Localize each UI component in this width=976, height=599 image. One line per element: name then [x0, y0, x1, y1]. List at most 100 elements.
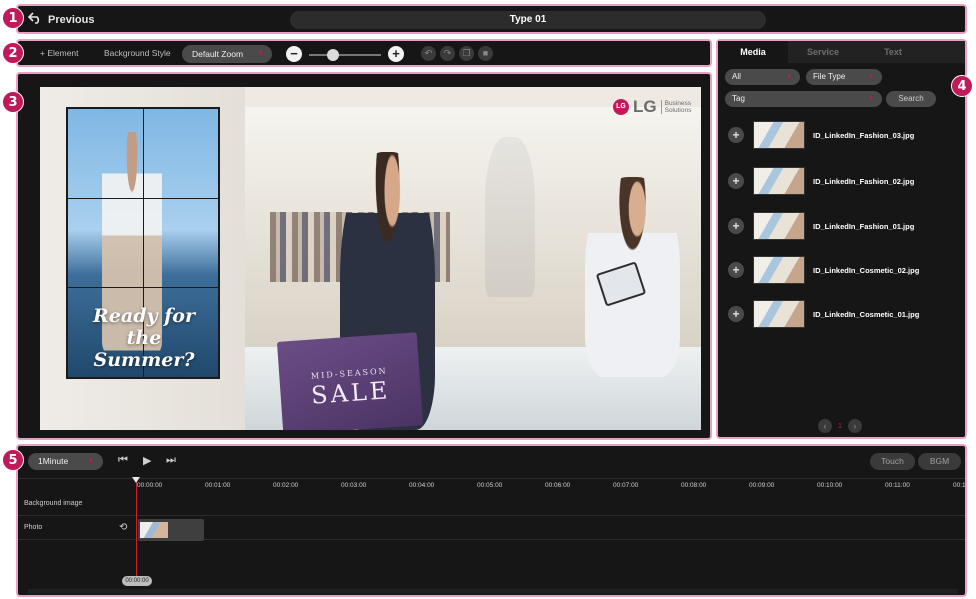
media-filename: ID_LinkedIn_Fashion_03.jpg: [813, 130, 915, 140]
tab-service[interactable]: Service: [788, 41, 858, 63]
callout-badge-2: 2: [2, 42, 24, 64]
timeline-ruler[interactable]: 00:00:00 00:01:00 00:02:00 00:03:00 00:0…: [18, 478, 966, 492]
media-item[interactable]: + ID_LinkedIn_Cosmetic_02.jpg: [728, 256, 919, 284]
track-label: Photo: [24, 524, 43, 531]
header-bar: Previous Type 01: [16, 4, 967, 34]
tab-text[interactable]: Text: [858, 41, 928, 63]
play-button[interactable]: ▶: [143, 454, 151, 467]
skip-back-icon: ⏮: [118, 454, 128, 466]
filter-tag-value: Tag: [732, 94, 745, 103]
media-tabs: Media Service Text: [718, 41, 965, 63]
media-thumbnail: [753, 300, 805, 328]
time-tick: 00:01:00: [205, 482, 231, 489]
add-media-button[interactable]: +: [728, 173, 744, 189]
skip-forward-button[interactable]: ⏭: [166, 454, 176, 467]
time-tick: 00:03:00: [341, 482, 367, 489]
lg-logo-sub1: Business: [664, 100, 691, 107]
chevron-down-icon: ▼: [87, 458, 94, 465]
time-tick: 00:07:00: [613, 482, 639, 489]
time-tick: 00:05:00: [477, 482, 503, 489]
filter-file-type-value: File Type: [813, 72, 846, 81]
playhead-handle[interactable]: [132, 477, 140, 483]
callout-badge-4: 4: [951, 75, 973, 97]
add-media-button[interactable]: +: [728, 306, 744, 322]
filter-tag-select[interactable]: Tag ▼: [725, 91, 882, 107]
editor-toolbar: + Element Background Style Default Zoom …: [16, 39, 712, 67]
time-tick: 00:1: [953, 482, 966, 489]
canvas-preview-image[interactable]: Ready for the Summer? MID-SEASON SALE LG…: [40, 87, 701, 430]
undo-icon: ↶: [424, 48, 433, 58]
add-media-button[interactable]: +: [728, 218, 744, 234]
media-item[interactable]: + ID_LinkedIn_Fashion_03.jpg: [728, 121, 914, 149]
trash-icon: ■: [482, 48, 489, 58]
zoom-slider-handle[interactable]: [327, 49, 339, 61]
back-arrow-icon: [27, 12, 42, 27]
editor-canvas[interactable]: Ready for the Summer? MID-SEASON SALE LG…: [16, 72, 712, 440]
filter-all-select[interactable]: All ▼: [725, 69, 800, 85]
next-page-button[interactable]: ›: [847, 419, 862, 433]
lg-logo: LG LG Business Solutions: [613, 97, 691, 117]
video-wall-display: Ready for the Summer?: [66, 107, 220, 379]
minus-icon: −: [290, 46, 298, 61]
time-tick: 00:06:00: [545, 482, 571, 489]
play-icon: ▶: [143, 455, 152, 467]
filter-file-type-select[interactable]: File Type ▼: [806, 69, 882, 85]
media-filename: ID_LinkedIn_Fashion_02.jpg: [813, 176, 915, 186]
playhead-time: 00:00:00: [122, 576, 152, 586]
background-style-button[interactable]: Background Style: [104, 48, 171, 58]
delete-button[interactable]: ■: [478, 46, 493, 61]
bgm-button[interactable]: BGM: [918, 453, 961, 470]
plus-icon: +: [392, 46, 400, 61]
shopping-bag: MID-SEASON SALE: [276, 332, 424, 430]
touch-button[interactable]: Touch: [870, 453, 915, 470]
lg-logo-subtitle: Business Solutions: [660, 100, 692, 114]
undo-button[interactable]: ↶: [421, 46, 436, 61]
search-button[interactable]: Search: [886, 91, 936, 107]
media-item[interactable]: + ID_LinkedIn_Fashion_01.jpg: [728, 212, 914, 240]
media-item[interactable]: + ID_LinkedIn_Fashion_02.jpg: [728, 167, 914, 195]
repeat-icon[interactable]: ⟲: [119, 522, 127, 533]
lg-logo-text: LG: [633, 97, 657, 116]
chevron-down-icon: ▼: [257, 50, 264, 57]
time-tick: 00:10:00: [817, 482, 843, 489]
duration-value: 1Minute: [38, 456, 69, 466]
callout-badge-5: 5: [2, 449, 24, 471]
chevron-down-icon: ▼: [868, 96, 874, 102]
tab-media[interactable]: Media: [718, 41, 788, 63]
media-thumbnail: [753, 167, 805, 195]
timeline-clip[interactable]: [138, 519, 204, 541]
add-element-button[interactable]: + Element: [40, 48, 79, 58]
zoom-in-button[interactable]: +: [388, 46, 404, 62]
video-wall-text: Ready for the Summer?: [93, 305, 195, 371]
media-pagination: ‹ 1 ›: [818, 419, 862, 433]
copy-icon: ❐: [462, 48, 471, 58]
media-thumbnail: [753, 121, 805, 149]
skip-back-button[interactable]: ⏮: [118, 454, 128, 467]
redo-button[interactable]: ↷: [440, 46, 455, 61]
time-tick: 00:00:00: [137, 482, 163, 489]
zoom-slider[interactable]: [309, 49, 381, 61]
media-thumbnail: [753, 256, 805, 284]
add-media-button[interactable]: +: [728, 127, 744, 143]
time-tick: 00:11:00: [885, 482, 910, 489]
copy-button[interactable]: ❐: [459, 46, 474, 61]
track-label: Background image: [24, 500, 83, 507]
timeline-scrollbar[interactable]: [28, 589, 958, 594]
add-media-button[interactable]: +: [728, 262, 744, 278]
zoom-select[interactable]: Default Zoom ▼: [182, 45, 272, 63]
zoom-out-button[interactable]: −: [286, 46, 302, 62]
time-tick: 00:09:00: [749, 482, 775, 489]
previous-button[interactable]: Previous: [27, 12, 94, 27]
playhead[interactable]: [132, 477, 140, 586]
media-thumbnail: [753, 212, 805, 240]
duration-select[interactable]: 1Minute ▼: [28, 453, 103, 470]
media-filename: ID_LinkedIn_Fashion_01.jpg: [813, 221, 915, 231]
current-page: 1: [838, 422, 842, 430]
media-filename: ID_LinkedIn_Cosmetic_01.jpg: [813, 309, 920, 319]
tabs-filler: [928, 41, 965, 63]
chevron-left-icon: ‹: [823, 421, 827, 431]
prev-page-button[interactable]: ‹: [818, 419, 832, 433]
track-background-image[interactable]: Background image: [18, 492, 965, 516]
lg-logo-sub2: Solutions: [664, 107, 692, 114]
media-item[interactable]: + ID_LinkedIn_Cosmetic_01.jpg: [728, 300, 919, 328]
